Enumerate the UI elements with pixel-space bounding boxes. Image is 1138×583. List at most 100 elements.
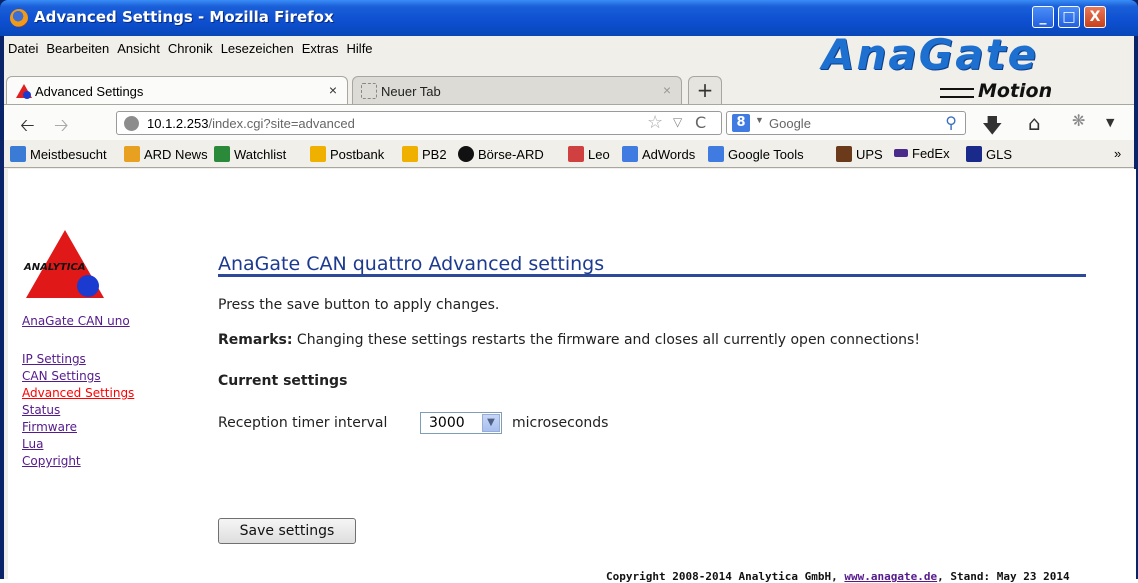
timer-unit: microseconds	[512, 415, 609, 431]
tab-label: Neuer Tab	[381, 84, 441, 99]
menu-hilfe[interactable]: Hilfe	[343, 36, 377, 56]
menu-bar: Datei Bearbeiten Ansicht Chronik Lesezeichen…	[4, 36, 804, 58]
tab-label: Advanced Settings	[35, 84, 144, 99]
reception-timer-select[interactable]: 3000 ▼	[420, 412, 502, 434]
sidebar-item-ip-settings[interactable]: IP Settings	[22, 352, 86, 366]
addon-icon[interactable]: ❋	[1072, 111, 1085, 130]
url-host: 10.1.2.253	[147, 116, 209, 131]
search-bar[interactable]: 8 ▼ Google ⚲	[726, 111, 966, 135]
close-button[interactable]: X	[1084, 6, 1106, 28]
globe-icon	[124, 116, 139, 131]
ard-icon	[458, 146, 474, 162]
sidebar-item-advanced-settings[interactable]: Advanced Settings	[22, 386, 134, 400]
footer-link[interactable]: www.anagate.de	[844, 570, 937, 583]
bookmark-meistbesucht[interactable]: Meistbesucht	[10, 146, 107, 162]
save-settings-button[interactable]: Save settings	[218, 518, 356, 544]
remarks-text: Changing these settings restarts the fir…	[292, 332, 920, 348]
bookmark-star-icon[interactable]: ☆	[647, 112, 663, 133]
bookmark-watchlist[interactable]: Watchlist	[214, 146, 286, 162]
history-dropdown-icon[interactable]: ▽	[673, 115, 682, 129]
leo-icon	[568, 146, 584, 162]
browser-window: Advanced Settings - Mozilla Firefox _ □ …	[0, 0, 1138, 583]
reload-icon[interactable]: C	[695, 113, 706, 132]
sidebar: ANALYTICA AnaGate CAN uno IP Settings CA…	[8, 169, 168, 579]
menu-ansicht[interactable]: Ansicht	[113, 36, 164, 56]
menu-extras[interactable]: Extras	[298, 36, 343, 56]
maximize-button[interactable]: □	[1058, 6, 1080, 28]
menu-chronik[interactable]: Chronik	[164, 36, 217, 56]
page-content: ANALYTICA AnaGate CAN uno IP Settings CA…	[8, 169, 1136, 583]
bookmark-adwords[interactable]: AdWords	[622, 146, 695, 162]
close-icon: X	[1089, 9, 1101, 25]
timer-select-value: 3000	[429, 415, 465, 431]
home-icon[interactable]: ⌂	[1028, 111, 1041, 135]
analytica-favicon	[16, 84, 32, 99]
chevron-down-icon[interactable]: ▼	[482, 414, 500, 432]
firefox-icon	[10, 9, 28, 27]
new-tab-button[interactable]: +	[688, 76, 722, 104]
bookmark-boerse-ard[interactable]: Börse-ARD	[458, 146, 544, 162]
sidebar-item-lua[interactable]: Lua	[22, 437, 43, 451]
forward-icon[interactable]: 🡢	[54, 113, 69, 143]
engine-dropdown-icon[interactable]: ▼	[755, 115, 764, 125]
url-bar[interactable]: 10.1.2.253/index.cgi?site=advanced ☆ ▽ C	[116, 111, 722, 135]
fedex-icon	[894, 149, 908, 157]
postbank-icon	[402, 146, 418, 162]
footer-suffix: , Stand: May 23 2014	[937, 570, 1070, 583]
sidebar-item-copyright[interactable]: Copyright	[22, 454, 81, 468]
minimize-button[interactable]: _	[1032, 6, 1054, 28]
search-icon[interactable]: ⚲	[945, 113, 957, 132]
bookmark-label: Postbank	[330, 147, 385, 162]
menu-lesezeichen[interactable]: Lesezeichen	[217, 36, 298, 56]
analytica-logo-text: ANALYTICA	[23, 262, 86, 273]
logo-main-text: AnaGate	[822, 30, 1039, 79]
search-placeholder: Google	[769, 116, 811, 131]
bookmark-label: AdWords	[642, 147, 696, 162]
footer-prefix: Copyright 2008-2014 Analytica GmbH,	[606, 570, 845, 583]
bookmark-icon	[214, 146, 230, 162]
tab-close-icon[interactable]: ×	[329, 82, 337, 98]
bookmark-ard-news[interactable]: ARD News	[124, 146, 208, 162]
bookmark-pb2[interactable]: PB2	[402, 146, 447, 162]
gls-icon	[966, 146, 982, 162]
bookmark-fedex[interactable]: FedEx	[894, 146, 950, 161]
browser-frame: Datei Bearbeiten Ansicht Chronik Lesezeichen…	[4, 30, 1136, 583]
sidebar-product-link[interactable]: AnaGate CAN uno	[22, 314, 130, 328]
toolbar-menu-icon[interactable]: ▼	[1106, 116, 1114, 129]
sidebar-item-status[interactable]: Status	[22, 403, 60, 417]
bookmark-postbank[interactable]: Postbank	[310, 146, 384, 162]
bookmark-leo[interactable]: Leo	[568, 146, 610, 162]
sidebar-item-can-settings[interactable]: CAN Settings	[22, 369, 101, 383]
page-footer: Copyright 2008-2014 Analytica GmbH, www.…	[606, 570, 1070, 583]
bookmark-label: ARD News	[144, 147, 208, 162]
google-icon	[622, 146, 638, 162]
navigation-toolbar: 🡠 🡢 10.1.2.253/index.cgi?site=advanced ☆…	[4, 104, 1134, 140]
window-title: Advanced Settings - Mozilla Firefox	[34, 8, 334, 26]
bookmark-gls[interactable]: GLS	[966, 146, 1012, 162]
section-heading: Current settings	[218, 373, 348, 389]
search-engine-icon[interactable]: 8	[732, 114, 750, 132]
bookmark-google-tools[interactable]: Google Tools	[708, 146, 804, 162]
remarks-label: Remarks:	[218, 332, 293, 348]
menu-bearbeiten[interactable]: Bearbeiten	[42, 36, 113, 56]
tab-new-tab[interactable]: Neuer Tab ×	[352, 76, 682, 104]
back-icon[interactable]: 🡠	[20, 113, 35, 143]
ups-icon	[836, 146, 852, 162]
sidebar-item-firmware[interactable]: Firmware	[22, 420, 77, 434]
menu-datei[interactable]: Datei	[4, 36, 42, 56]
instruction-text: Press the save button to apply changes.	[218, 297, 500, 313]
maximize-icon: □	[1062, 9, 1076, 25]
bookmark-ups[interactable]: UPS	[836, 146, 883, 162]
tab-close-icon[interactable]: ×	[663, 82, 671, 98]
bookmark-label: FedEx	[912, 146, 950, 161]
bookmark-label: Google Tools	[728, 147, 804, 162]
tab-advanced-settings[interactable]: Advanced Settings ×	[6, 76, 348, 104]
bookmarks-overflow-icon[interactable]: »	[1114, 146, 1121, 161]
blank-page-icon	[361, 83, 377, 99]
bookmarks-toolbar: Meistbesucht ARD News Watchlist Postbank…	[4, 140, 1134, 168]
url-path: /index.cgi?site=advanced	[208, 116, 355, 131]
remarks-paragraph: Remarks: Changing these settings restart…	[218, 332, 920, 348]
bookmark-label: Börse-ARD	[478, 147, 544, 162]
bookmark-label: PB2	[422, 147, 447, 162]
page-title: AnaGate CAN quattro Advanced settings	[218, 253, 1086, 277]
